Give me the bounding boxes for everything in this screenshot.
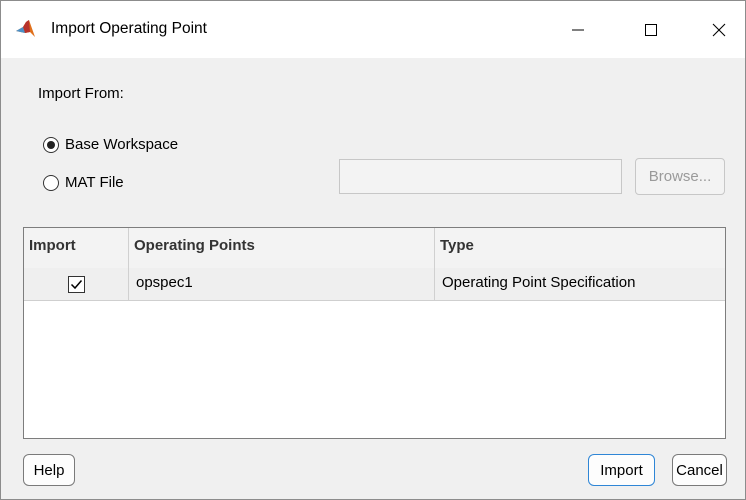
cancel-button[interactable]: Cancel [672, 454, 727, 486]
radio-label-mat-file: MAT File [65, 174, 124, 191]
import-from-label: Import From: [38, 85, 124, 102]
import-cell [24, 268, 129, 300]
browse-button[interactable]: Browse... [635, 158, 725, 195]
title-bar: Import Operating Point [1, 1, 745, 58]
column-header-import[interactable]: Import [24, 228, 129, 268]
maximize-button[interactable] [628, 1, 674, 58]
mat-file-path-field[interactable] [339, 159, 622, 194]
radio-base-workspace[interactable]: Base Workspace [43, 136, 178, 153]
operating-points-table: Import Operating Points Type opspec1 Ope… [23, 227, 726, 439]
checkmark-icon [70, 279, 82, 289]
radio-label-base-workspace: Base Workspace [65, 136, 179, 153]
column-header-operating-points[interactable]: Operating Points [129, 228, 435, 268]
minimize-button[interactable] [555, 1, 601, 58]
table-row[interactable]: opspec1 Operating Point Specification [24, 268, 725, 301]
import-checkbox[interactable] [67, 275, 85, 293]
import-button[interactable]: Import [588, 454, 655, 486]
matlab-logo-icon [16, 20, 35, 37]
radio-mat-file[interactable]: MAT File [43, 174, 124, 191]
minimize-icon [572, 29, 584, 30]
radio-button-unchecked[interactable] [43, 174, 59, 191]
radio-button-checked[interactable] [43, 136, 59, 153]
close-icon [712, 23, 726, 36]
import-operating-point-dialog: Import Operating Point Import From: Base… [0, 0, 746, 500]
maximize-icon [645, 23, 657, 36]
operating-point-name-cell: opspec1 [129, 268, 435, 300]
type-cell: Operating Point Specification [442, 274, 636, 291]
column-header-type[interactable]: Type [435, 228, 725, 268]
close-button[interactable] [696, 1, 742, 58]
table-header: Import Operating Points Type [24, 228, 725, 269]
help-button[interactable]: Help [23, 454, 75, 486]
window-title: Import Operating Point [51, 20, 207, 37]
